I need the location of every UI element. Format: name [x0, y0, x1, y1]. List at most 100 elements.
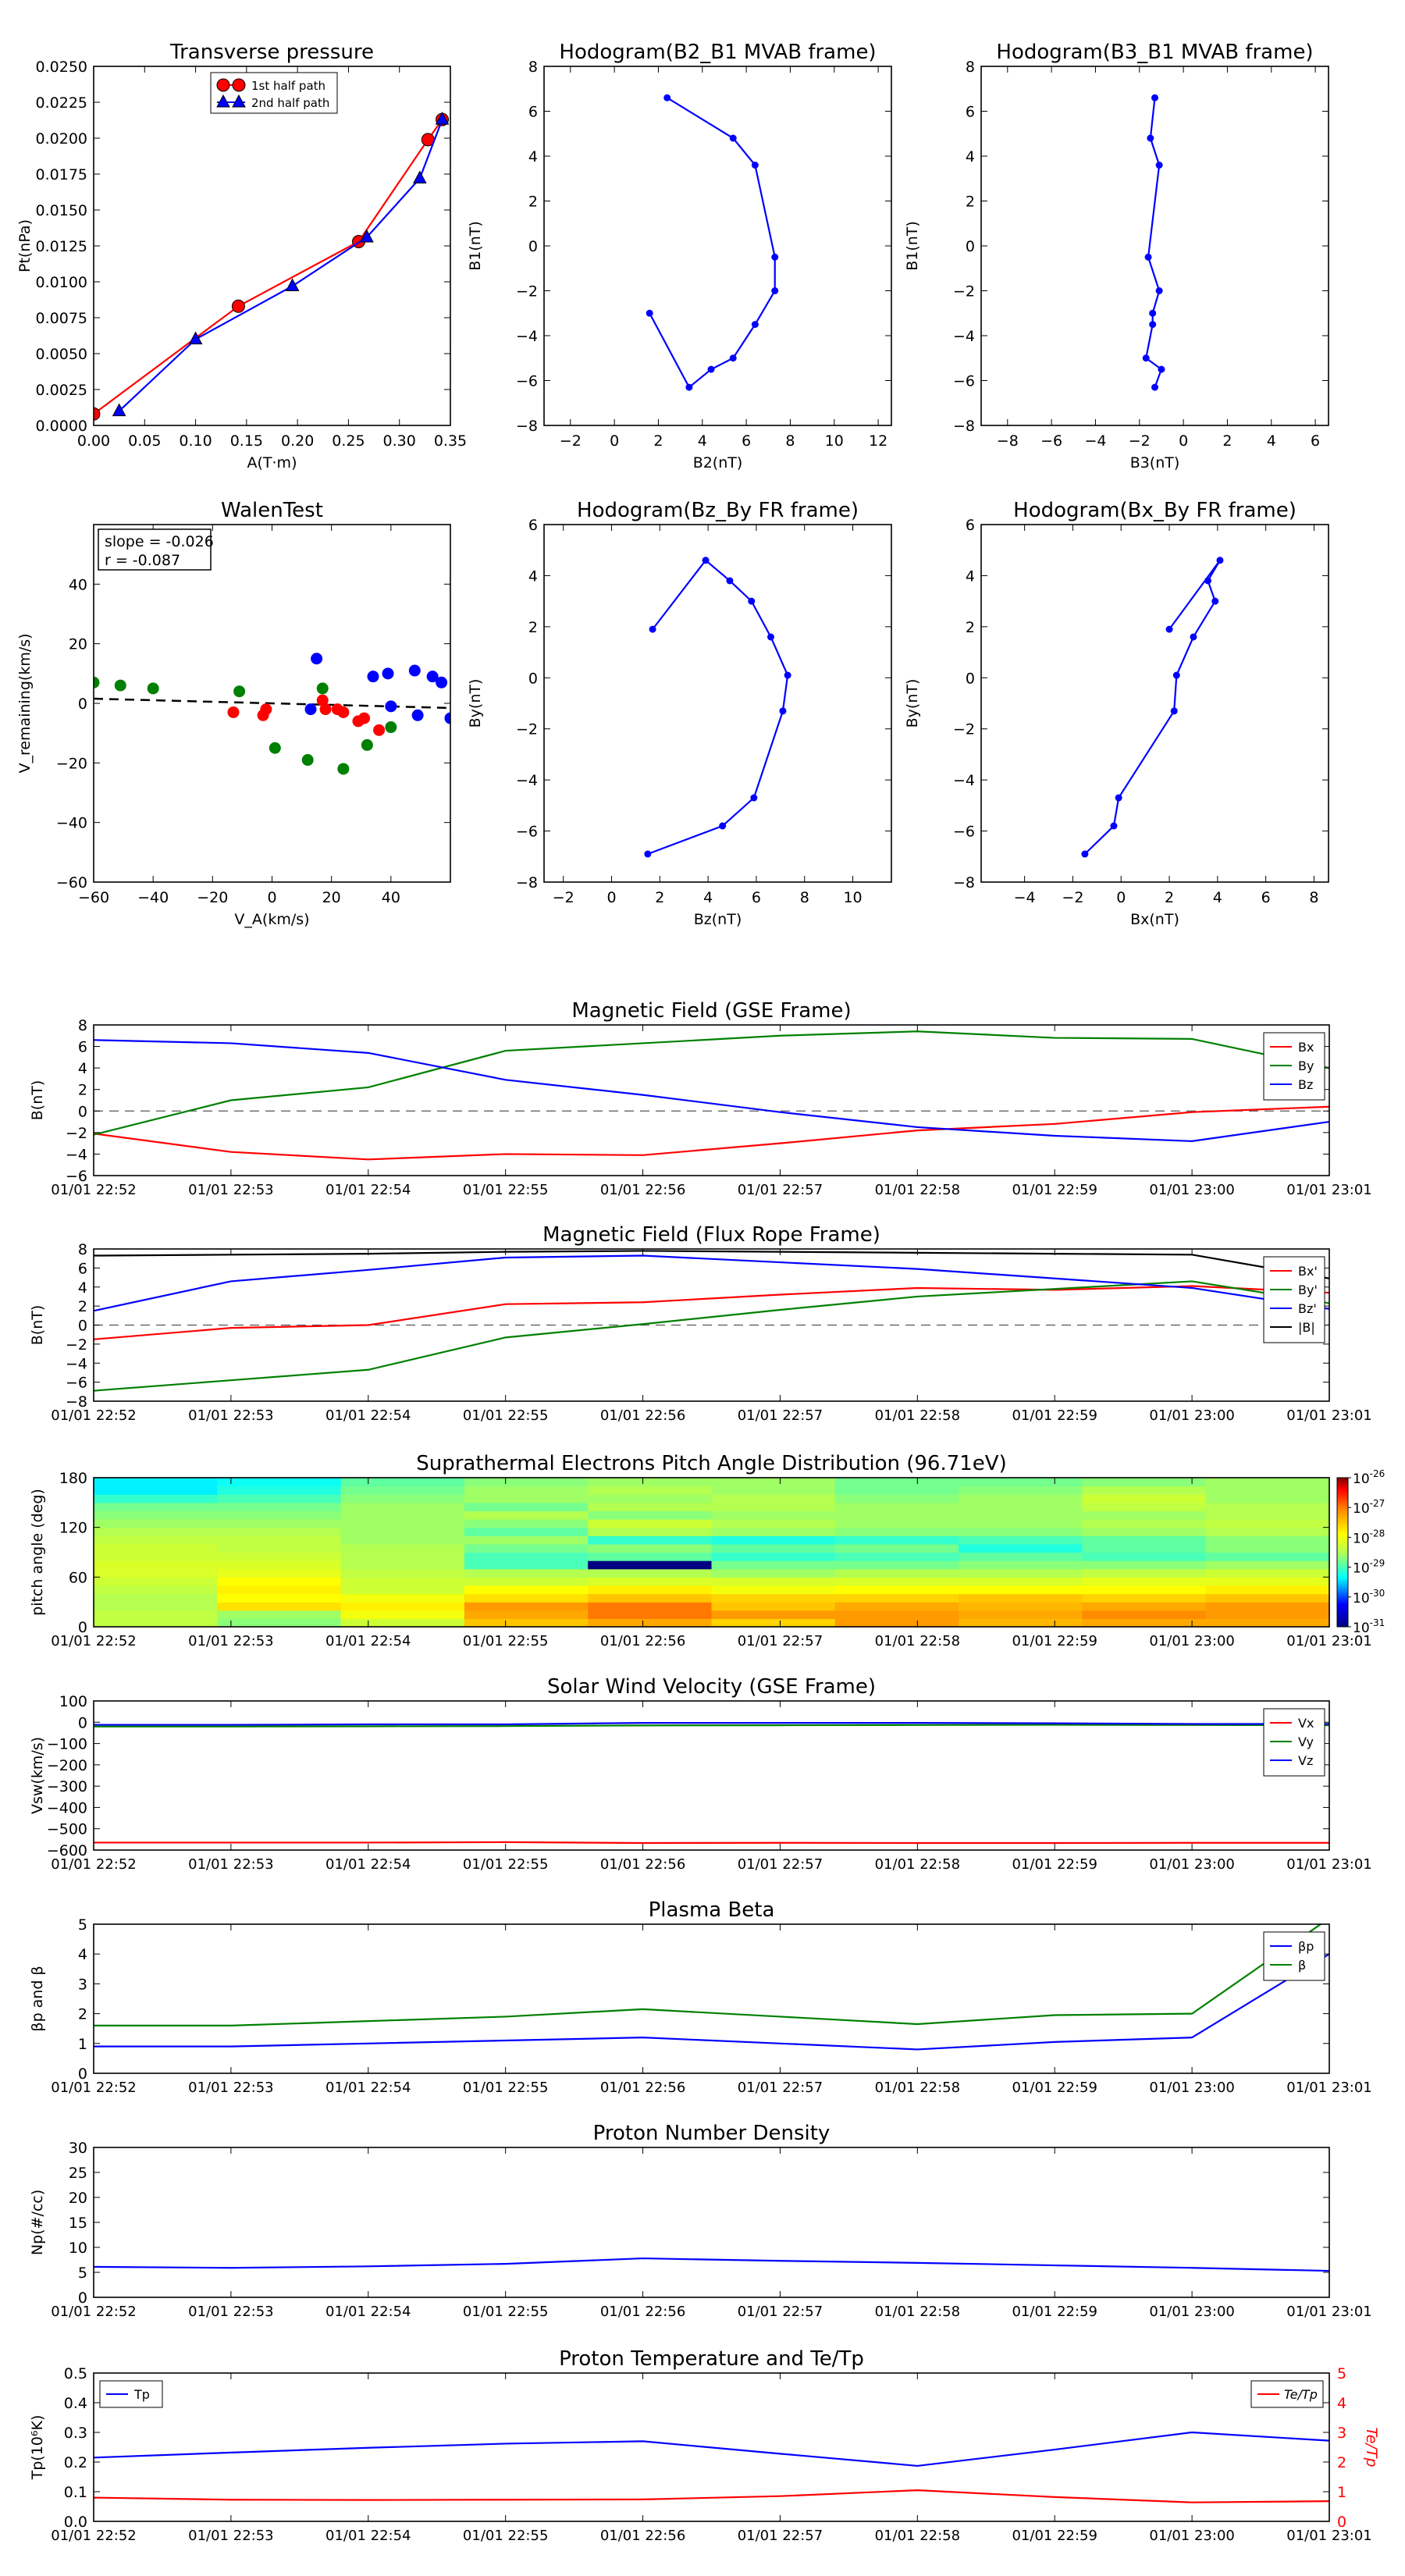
data-point	[1155, 162, 1163, 169]
x-tick-label: −60	[78, 889, 109, 906]
chart-hodo_b3b1: Hodogram(B3_B1 MVAB frame) B3(nT) B1(nT) −8…	[904, 41, 1329, 471]
heatmap-cell	[94, 1560, 218, 1570]
heatmap-cell	[711, 1535, 836, 1545]
data-point	[771, 287, 779, 294]
x-axis-label: Bx(nT)	[1130, 911, 1179, 928]
heatmap-cell	[464, 1585, 589, 1595]
legend-label: Bz'	[1298, 1301, 1317, 1316]
y-tick-label: 5	[1337, 2365, 1346, 2382]
heatmap-cell	[340, 1519, 465, 1528]
heatmap-cell	[959, 1593, 1083, 1603]
y-tick-label: −500	[47, 1821, 87, 1838]
legend-label: Bx	[1298, 1040, 1314, 1055]
heatmap-cell	[464, 1510, 589, 1520]
chart-walen_test: WalenTest V_A(km/s) V_remaining(km/s) −60 −4…	[16, 499, 451, 928]
data-point	[337, 763, 350, 775]
heatmap-cell	[834, 1519, 959, 1528]
heatmap-cell	[464, 1543, 589, 1553]
heatmap-cell	[588, 1560, 713, 1570]
x-tick-label: 01/01 23:01	[1286, 2080, 1371, 2096]
heatmap-cell	[1205, 1568, 1330, 1578]
data-point	[702, 557, 710, 564]
y-tick-label: 0.0200	[36, 130, 87, 148]
heatmap-cell	[711, 1494, 836, 1503]
legend-label: Bx'	[1298, 1264, 1318, 1279]
x-tick-label: 01/01 22:52	[51, 1407, 136, 1424]
data-point	[1151, 94, 1158, 101]
colorbar-tick-label: 10-26	[1353, 1468, 1385, 1487]
x-tick-label: 01/01 22:53	[188, 2528, 273, 2544]
y-tick-label: −2	[953, 283, 975, 301]
x-tick-label: 4	[1213, 889, 1222, 906]
y-tick-label: 6	[78, 1039, 87, 1056]
heatmap-cell	[217, 1593, 342, 1603]
heatmap-cell	[1082, 1494, 1207, 1503]
series-line	[94, 1250, 1329, 1279]
y-tick-label: −300	[47, 1778, 87, 1795]
y-tick-label: 0	[528, 238, 538, 255]
chart-hodo_bxby: Hodogram(Bx_By FR frame) Bx(nT) By(nT) −8 −6…	[904, 499, 1329, 928]
data-point	[411, 709, 424, 721]
data-point	[337, 706, 350, 718]
series-line	[94, 1924, 1322, 2026]
chart-title: Plasma Beta	[649, 1898, 775, 1922]
heatmap-cell	[588, 1527, 713, 1536]
heatmap-cell	[340, 1510, 465, 1520]
data-point	[269, 742, 281, 754]
x-tick-label: 01/01 22:53	[188, 1407, 273, 1424]
y-tick-label: 0	[78, 1318, 87, 1335]
y-tick-label: 100	[59, 1693, 87, 1710]
y-tick-label: 2	[528, 619, 538, 636]
x-tick-label: 01/01 22:57	[738, 1856, 823, 1873]
x-axis-label: B3(nT)	[1130, 454, 1180, 471]
data-point	[1115, 794, 1122, 802]
heatmap-cell	[959, 1485, 1083, 1495]
x-tick-label: 01/01 22:52	[51, 2304, 136, 2320]
heatmap-cell	[340, 1610, 465, 1619]
data-point	[285, 278, 300, 292]
x-tick-label: 01/01 22:58	[875, 1182, 960, 1198]
heatmap-cell	[464, 1527, 589, 1536]
heatmap-cell	[217, 1478, 342, 1487]
heatmap-cell	[340, 1577, 465, 1586]
y-axis-label: V_remaining(km/s)	[16, 633, 34, 773]
plot-area	[94, 2431, 1329, 2503]
y-tick-label: −8	[516, 418, 538, 435]
x-tick-label: 2	[655, 889, 664, 906]
heatmap-cell	[94, 1602, 218, 1611]
heatmap-cell	[94, 1535, 218, 1545]
heatmap-cell	[94, 1585, 218, 1595]
heatmap-cell	[834, 1577, 959, 1586]
plot-area	[94, 1030, 1329, 1161]
y-tick-label: 0.0100	[36, 274, 87, 291]
chart-title: Solar Wind Velocity (GSE Frame)	[547, 1675, 876, 1699]
heatmap-cell	[834, 1602, 959, 1611]
plot-area	[1081, 557, 1224, 858]
y-tick-label: 6	[966, 104, 975, 121]
y-tick-label: 180	[59, 1470, 87, 1487]
x-tick-label: 01/01 23:01	[1286, 2304, 1371, 2320]
y-tick-label: 0.0150	[36, 202, 87, 219]
data-point	[729, 134, 737, 142]
x-tick-label: 4	[1267, 432, 1276, 450]
data-point	[319, 703, 332, 716]
y-tick-label: 0	[528, 670, 538, 687]
heatmap-cell	[834, 1618, 959, 1628]
x-tick-label: 01/01 22:53	[188, 1182, 273, 1198]
x-tick-label: 01/01 23:00	[1149, 2304, 1234, 2320]
x-tick-label: −2	[1129, 432, 1151, 450]
x-tick-label: 01/01 23:01	[1286, 1856, 1371, 1873]
heatmap-cell	[711, 1527, 836, 1536]
heatmap-cell	[464, 1519, 589, 1528]
heatmap-cell	[711, 1485, 836, 1495]
plot-frame	[93, 1923, 1330, 2074]
figure-canvas: Transverse pressure A(T·m) Pt(nPa) 0.00 0 0 0.…	[16, 41, 1385, 2544]
heatmap-cell	[588, 1502, 713, 1512]
y-tick-label: 0.2	[64, 2454, 87, 2471]
y-tick-label: 0	[78, 1103, 87, 1120]
heatmap-cell	[464, 1577, 589, 1586]
heatmap-cell	[959, 1577, 1083, 1586]
chart-tp: Proton Temperature and Te/TpTp(10⁶K)0.00…	[29, 2347, 1380, 2544]
heatmap-cell	[1082, 1577, 1207, 1586]
x-tick-label: 0	[610, 432, 619, 450]
